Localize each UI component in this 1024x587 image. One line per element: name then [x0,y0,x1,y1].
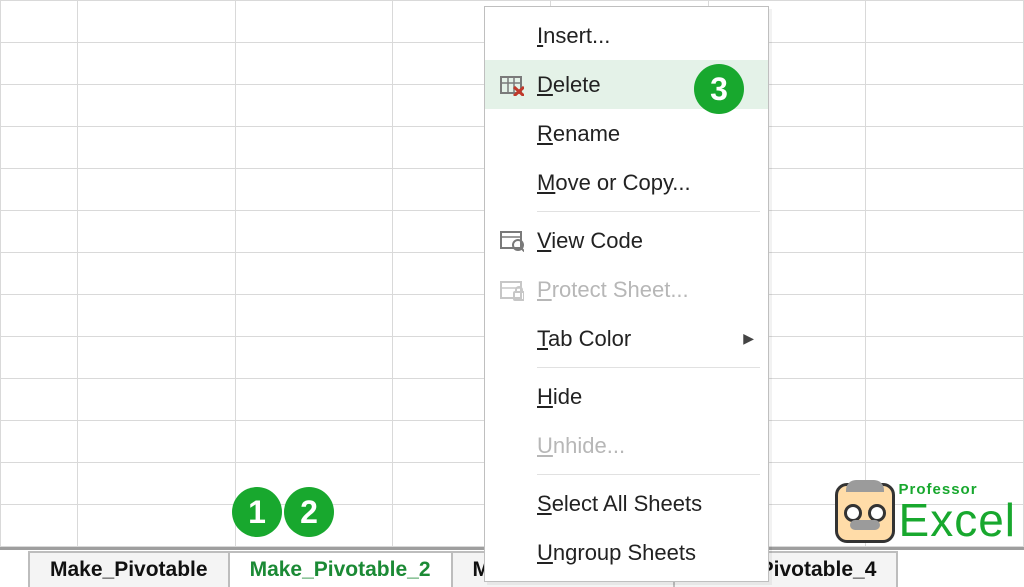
sheet-tab-1[interactable]: Make_Pivotable [28,551,230,587]
menu-item-label: Protect Sheet... [529,277,754,303]
menu-item-label: Insert... [529,23,754,49]
delete-icon [495,74,529,96]
menu-item-view-code[interactable]: View Code [485,216,768,265]
menu-separator [537,367,760,368]
logo-big-text: Excel [899,497,1016,543]
menu-item-label: Rename [529,121,754,147]
menu-item-tab-color[interactable]: Tab Color▶ [485,314,768,363]
menu-separator [537,474,760,475]
sheet-tab-2[interactable]: Make_Pivotable_2 [228,551,453,587]
menu-item-hide[interactable]: Hide [485,372,768,421]
menu-separator [537,211,760,212]
menu-item-label: Select All Sheets [529,491,754,517]
menu-item-label: Hide [529,384,754,410]
professor-face-icon [835,483,895,543]
menu-item-ungroup-sheets[interactable]: Ungroup Sheets [485,528,768,577]
annotation-badge-1: 1 [232,487,282,537]
menu-item-label: Move or Copy... [529,170,754,196]
submenu-arrow-icon: ▶ [743,330,754,347]
menu-item-move-or-copy[interactable]: Move or Copy... [485,158,768,207]
viewcode-icon [495,230,529,252]
menu-item-label: Unhide... [529,433,754,459]
menu-item-label: View Code [529,228,754,254]
menu-item-protect-sheet: Protect Sheet... [485,265,768,314]
menu-item-select-all-sheets[interactable]: Select All Sheets [485,479,768,528]
menu-item-unhide: Unhide... [485,421,768,470]
menu-item-label: Ungroup Sheets [529,540,754,566]
lock-icon [495,279,529,301]
menu-item-label: Tab Color [529,326,743,352]
annotation-badge-2: 2 [284,487,334,537]
annotation-badge-3: 3 [694,64,744,114]
menu-item-insert[interactable]: Insert... [485,11,768,60]
menu-item-rename[interactable]: Rename [485,109,768,158]
professor-excel-logo: Professor Excel [835,482,1016,543]
